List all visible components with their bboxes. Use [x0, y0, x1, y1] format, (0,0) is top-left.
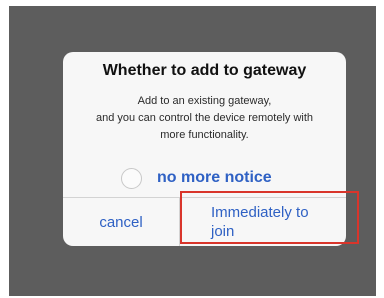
- screenshot-frame-left: [0, 0, 9, 298]
- screenshot-frame-top: [0, 0, 384, 6]
- no-more-notice-option[interactable]: no more notice: [121, 166, 272, 190]
- dialog-title: Whether to add to gateway: [102, 62, 307, 79]
- immediately-join-button[interactable]: Immediately to join: [211, 203, 346, 241]
- dialog-message: Add to an existing gateway, and you can …: [95, 95, 314, 141]
- no-more-notice-label[interactable]: no more notice: [157, 169, 272, 187]
- radio-unchecked-icon[interactable]: [121, 167, 142, 189]
- button-separator: [179, 197, 180, 246]
- screenshot-frame-right: [376, 0, 384, 298]
- join-label-line2: join: [211, 223, 235, 240]
- add-gateway-dialog: Whether to add to gateway Add to an exis…: [63, 52, 346, 246]
- cancel-button[interactable]: cancel: [63, 198, 179, 246]
- join-label-line1: Immediately to: [211, 204, 309, 221]
